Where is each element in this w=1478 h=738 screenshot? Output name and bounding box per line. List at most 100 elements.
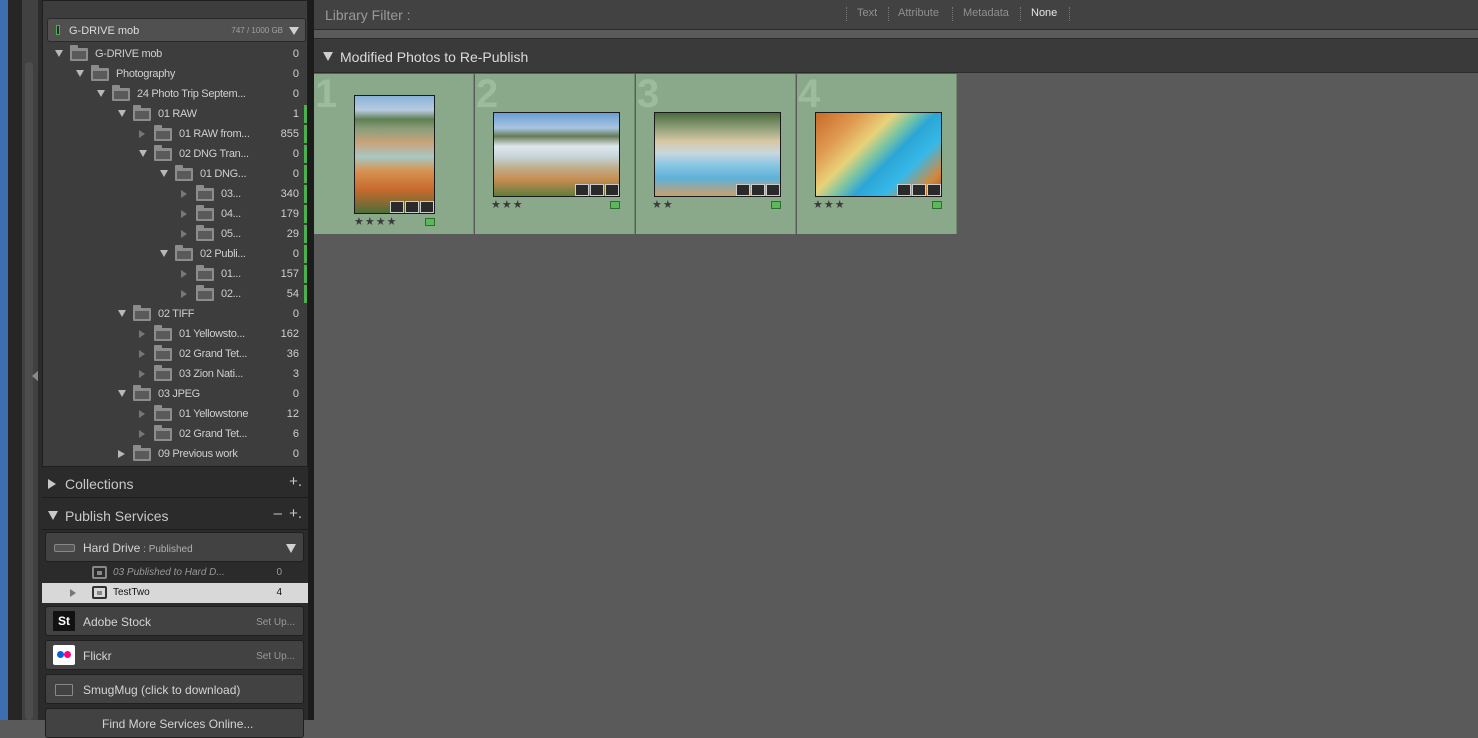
folder-row[interactable]: 01 RAW 1 — [45, 104, 307, 124]
folder-row[interactable]: 01 RAW from... 855 — [45, 124, 307, 144]
folder-count: 0 — [292, 148, 299, 160]
folder-row[interactable]: 02 Grand Tet... 6 — [45, 424, 307, 444]
color-label-icon[interactable] — [610, 201, 620, 209]
disclosure-open-icon[interactable] — [160, 170, 168, 177]
folder-row[interactable]: 01 Yellowsto... 162 — [45, 324, 307, 344]
adobe-stock-icon: St — [53, 611, 75, 631]
disclosure-open-icon[interactable] — [76, 70, 84, 77]
folder-row[interactable]: 02 Grand Tet... 36 — [45, 344, 307, 364]
disclosure-closed-icon[interactable] — [139, 430, 145, 438]
library-filter-bar: Library Filter : Text Attribute Metadata… — [314, 0, 1478, 30]
folder-row[interactable]: Photography 0 — [45, 64, 307, 84]
folder-icon — [154, 345, 172, 361]
smugmug-service[interactable]: SmugMug (click to download) — [45, 674, 304, 704]
disclosure-closed-icon[interactable] — [181, 270, 187, 278]
collection-collapse-icon[interactable] — [323, 52, 333, 61]
folder-row[interactable]: 03 Zion Nati... 3 — [45, 364, 307, 384]
filter-tab-text[interactable]: Text — [857, 7, 877, 19]
disclosure-closed-icon[interactable] — [139, 410, 145, 418]
testtwo-collection-row[interactable]: TestTwo 4 — [42, 583, 308, 603]
collection-header[interactable]: Modified Photos to Re-Publish — [314, 38, 1478, 73]
photo-cell[interactable]: 2 ★★★ — [475, 74, 635, 234]
disclosure-open-icon[interactable] — [55, 50, 63, 57]
folder-row[interactable]: 02 Publi... 0 — [45, 244, 307, 264]
folder-row[interactable]: G-DRIVE mob 0 — [45, 44, 307, 64]
photo-rating[interactable]: ★★★ — [491, 198, 524, 211]
folder-count: 157 — [280, 268, 299, 280]
comment-badge-icon — [590, 184, 604, 196]
adobe-stock-setup[interactable]: Set Up... — [256, 617, 295, 628]
disclosure-closed-icon[interactable] — [181, 210, 187, 218]
disclosure-open-icon[interactable] — [97, 90, 105, 97]
disclosure-closed-icon[interactable] — [139, 370, 145, 378]
disclosure-open-icon[interactable] — [118, 390, 126, 397]
folder-icon — [112, 85, 130, 101]
disclosure-closed-icon[interactable] — [181, 230, 187, 238]
filter-tab-none[interactable]: None — [1031, 7, 1057, 19]
folder-row[interactable]: 01 Yellowstone 12 — [45, 404, 307, 424]
library-filter-label: Library Filter : — [325, 7, 411, 23]
folder-row[interactable]: 05... 29 — [45, 224, 307, 244]
photo-thumbnail[interactable] — [493, 112, 620, 197]
folder-row[interactable]: 02... 54 — [45, 284, 307, 304]
folder-label: G-DRIVE mob — [95, 48, 162, 60]
disclosure-closed-icon[interactable] — [181, 190, 187, 198]
photo-cell[interactable]: 4 ★★★ — [797, 74, 957, 234]
develop-badge-icon — [420, 201, 434, 213]
color-label-icon[interactable] — [771, 201, 781, 209]
volume-header[interactable]: G-DRIVE mob 747 / 1000 GB — [47, 18, 306, 42]
disclosure-closed-icon[interactable] — [118, 450, 125, 458]
collections-expand-icon[interactable] — [48, 479, 56, 489]
photo-thumbnail[interactable] — [654, 112, 781, 197]
disclosure-open-icon[interactable] — [160, 250, 168, 257]
published-collection-row[interactable]: 03 Published to Hard D... 0 — [42, 563, 308, 583]
flickr-service[interactable]: Flickr Set Up... — [45, 640, 304, 670]
find-more-services-button[interactable]: Find More Services Online... — [45, 708, 304, 738]
publish-services-header[interactable]: Publish Services – +. — [42, 500, 308, 530]
photo-rating[interactable]: ★★ — [652, 198, 674, 211]
color-label-icon[interactable] — [932, 201, 942, 209]
disclosure-closed-icon[interactable] — [139, 130, 145, 138]
hard-drive-dropdown-icon[interactable] — [286, 544, 296, 553]
volume-dropdown-icon[interactable] — [289, 27, 299, 35]
folder-row[interactable]: 02 TIFF 0 — [45, 304, 307, 324]
photo-thumbnail[interactable] — [815, 112, 942, 197]
crop-badge-icon — [897, 184, 911, 196]
disclosure-open-icon[interactable] — [118, 310, 126, 317]
folder-row[interactable]: 03... 340 — [45, 184, 307, 204]
photo-cell[interactable]: 3 ★★ — [636, 74, 796, 234]
folder-row[interactable]: 24 Photo Trip Septem... 0 — [45, 84, 307, 104]
adobe-stock-service[interactable]: St Adobe Stock Set Up... — [45, 606, 304, 636]
photo-thumbnail[interactable] — [354, 95, 435, 214]
folder-row[interactable]: 02 DNG Tran... 0 — [45, 144, 307, 164]
photo-rating[interactable]: ★★★★ — [354, 215, 397, 228]
publish-remove-button[interactable]: – — [274, 505, 282, 522]
folder-count: 3 — [292, 368, 299, 380]
folder-row[interactable]: 04... 179 — [45, 204, 307, 224]
photo-cell[interactable]: 1 ★★★★ — [314, 74, 474, 234]
color-label-icon[interactable] — [425, 218, 435, 226]
filter-tab-attribute[interactable]: Attribute — [898, 7, 939, 19]
folder-row[interactable]: 03 JPEG 0 — [45, 384, 307, 404]
disclosure-open-icon[interactable] — [139, 150, 147, 157]
disclosure-open-icon[interactable] — [118, 110, 126, 117]
folder-row[interactable]: 09 Previous work 0 — [45, 444, 307, 464]
testtwo-expand-icon[interactable] — [70, 589, 76, 597]
flickr-setup[interactable]: Set Up... — [256, 651, 295, 662]
published-collection-count: 0 — [276, 567, 282, 578]
collections-add-button[interactable]: +. — [289, 473, 302, 490]
collections-header[interactable]: Collections +. — [42, 468, 308, 498]
hard-drive-service[interactable]: Hard Drive : Published — [45, 532, 304, 562]
folder-row[interactable]: 01 DNG... 0 — [45, 164, 307, 184]
publish-services-collapse-icon[interactable] — [48, 511, 58, 520]
publish-add-button[interactable]: +. — [289, 505, 302, 522]
filter-tab-metadata[interactable]: Metadata — [963, 7, 1009, 19]
disclosure-closed-icon[interactable] — [181, 290, 187, 298]
folder-row[interactable]: 01... 157 — [45, 264, 307, 284]
disclosure-closed-icon[interactable] — [139, 330, 145, 338]
disclosure-closed-icon[interactable] — [139, 350, 145, 358]
online-indicator — [304, 125, 307, 143]
left-scrollbar[interactable] — [25, 62, 33, 720]
photo-rating[interactable]: ★★★ — [813, 198, 846, 211]
cell-index: 2 — [476, 72, 499, 116]
